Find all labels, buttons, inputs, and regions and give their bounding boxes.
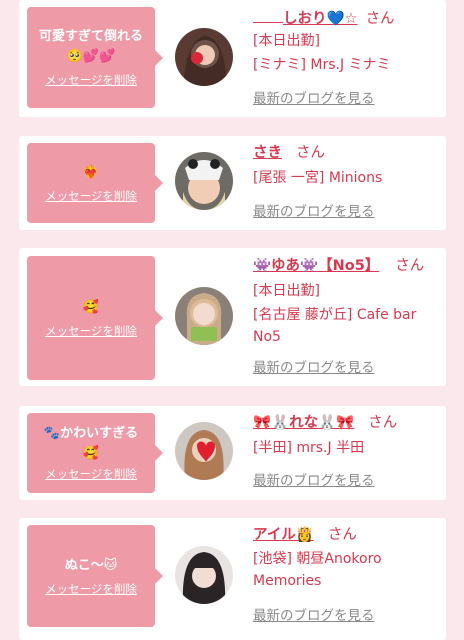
- avatar[interactable]: [175, 152, 233, 210]
- avatar[interactable]: [175, 287, 233, 345]
- honorific: さん: [368, 415, 398, 431]
- profile-info: しおり💙☆ さん [本日出勤] [ミナミ] Mrs.J ミナミ: [253, 8, 443, 76]
- profile-name-link[interactable]: しおり💙☆: [283, 11, 358, 27]
- message-bubble: 🥰 メッセージを削除: [27, 256, 163, 380]
- message-bubble: 🐾かわいすぎる🥰 メッセージを削除: [27, 413, 163, 493]
- message-bubble: 可愛すぎて倒れる🥺💕💕 メッセージを削除: [27, 7, 163, 108]
- delete-message-link[interactable]: メッセージを削除: [45, 581, 137, 597]
- profile-name-link[interactable]: 👾ゆあ👾【No5】: [253, 258, 379, 274]
- message-card: ❤️‍🔥 メッセージを削除 さき さん [尾張 一宮] Minions 最新のブロ…: [19, 136, 446, 230]
- shop-text: [尾張 一宮] Minions: [253, 170, 383, 186]
- profile-name-link[interactable]: さき: [253, 145, 282, 161]
- delete-message-link[interactable]: メッセージを削除: [45, 466, 137, 482]
- message-text: ❤️‍🔥: [82, 164, 100, 180]
- latest-blog-link[interactable]: 最新のブログを見る: [253, 202, 375, 222]
- profile-name-link[interactable]: 🎀🐰れな🐰🎀: [253, 415, 354, 431]
- message-text: 🥰: [82, 299, 100, 315]
- message-bubble: ぬこ〜🐱 メッセージを削除: [27, 525, 163, 627]
- shop-text: [半田] mrs.J 半田: [253, 440, 365, 456]
- profile-info: さき さん [尾張 一宮] Minions: [253, 143, 443, 189]
- honorific: さん: [365, 11, 395, 27]
- avatar[interactable]: [175, 28, 233, 86]
- status-text: [本日出勤]: [253, 33, 320, 49]
- status-text: [本日出勤]: [253, 283, 320, 299]
- honorific: さん: [395, 258, 425, 274]
- latest-blog-link[interactable]: 最新のブログを見る: [253, 471, 375, 491]
- message-card: ぬこ〜🐱 メッセージを削除 アイル👸 さん [池袋] 朝昼Anokoro Memo…: [19, 518, 446, 640]
- shop-text: [池袋] 朝昼Anokoro Memories: [253, 551, 382, 589]
- avatar[interactable]: [175, 546, 233, 604]
- delete-message-link[interactable]: メッセージを削除: [45, 323, 137, 339]
- message-card: 🐾かわいすぎる🥰 メッセージを削除 🎀🐰れな🐰🎀 さん [半田] mrs.J 半田…: [19, 406, 446, 500]
- shop-text: [名古屋 藤が丘] Cafe bar No5: [253, 307, 417, 345]
- delete-message-link[interactable]: メッセージを削除: [45, 188, 137, 204]
- latest-blog-link[interactable]: 最新のブログを見る: [253, 606, 375, 626]
- message-card: 🥰 メッセージを削除 👾ゆあ👾【No5】 さん [本日出勤] [名古屋 藤が丘] …: [19, 248, 446, 386]
- message-text: 可愛すぎて倒れる🥺💕💕: [38, 29, 143, 64]
- latest-blog-link[interactable]: 最新のブログを見る: [253, 358, 375, 378]
- profile-info: 🎀🐰れな🐰🎀 さん [半田] mrs.J 半田: [253, 413, 443, 459]
- honorific: さん: [327, 527, 357, 543]
- message-card: 可愛すぎて倒れる🥺💕💕 メッセージを削除 しおり💙☆ さん [本日出勤] [ミナミ…: [19, 0, 446, 117]
- profile-name-link[interactable]: アイル👸: [253, 527, 314, 543]
- profile-info: アイル👸 さん [池袋] 朝昼Anokoro Memories: [253, 525, 443, 592]
- avatar[interactable]: [175, 422, 233, 480]
- delete-message-link[interactable]: メッセージを削除: [45, 72, 137, 88]
- shop-text: [ミナミ] Mrs.J ミナミ: [253, 57, 391, 73]
- honorific: さん: [296, 145, 325, 161]
- message-bubble: ❤️‍🔥 メッセージを削除: [27, 143, 163, 223]
- latest-blog-link[interactable]: 最新のブログを見る: [253, 89, 375, 109]
- profile-info: 👾ゆあ👾【No5】 さん [本日出勤] [名古屋 藤が丘] Cafe bar No…: [253, 256, 443, 348]
- message-text: ぬこ〜🐱: [64, 557, 118, 573]
- message-text: 🐾かわいすぎる🥰: [43, 426, 139, 461]
